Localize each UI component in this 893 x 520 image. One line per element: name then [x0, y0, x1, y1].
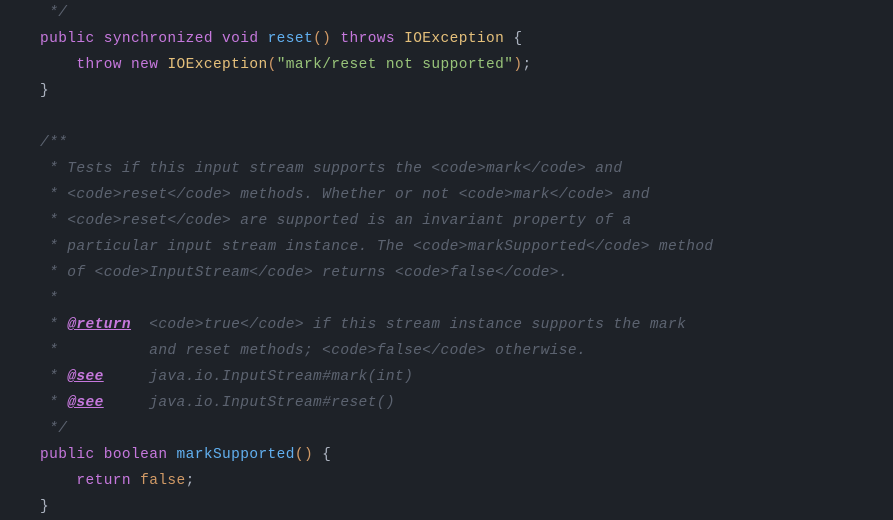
- brace: {: [504, 31, 522, 47]
- code-editor[interactable]: */ public synchronized void reset() thro…: [0, 0, 893, 520]
- javadoc-line: * <code>reset</code> are supported is an…: [40, 213, 632, 229]
- parens: (): [313, 31, 331, 47]
- javadoc-return: * @return <code>true</code> if this stre…: [40, 317, 686, 333]
- semicolon: ;: [186, 473, 195, 489]
- keyword-synchronized: synchronized: [104, 31, 213, 47]
- javadoc-line: *: [40, 291, 58, 307]
- javadoc-line: * Tests if this input stream supports th…: [40, 161, 623, 177]
- keyword-return: return: [76, 473, 131, 489]
- semicolon: ;: [522, 57, 531, 73]
- javadoc-tag-see: @see: [67, 395, 103, 411]
- keyword-public: public: [40, 31, 95, 47]
- keyword-throws: throws: [340, 31, 395, 47]
- javadoc-start: /**: [40, 135, 67, 151]
- javadoc-end: */: [40, 421, 67, 437]
- keyword-new: new: [131, 57, 158, 73]
- parens: (): [295, 447, 313, 463]
- brace-close: }: [40, 83, 49, 99]
- keyword-boolean: boolean: [104, 447, 168, 463]
- method-name: markSupported: [177, 447, 295, 463]
- keyword-public: public: [40, 447, 95, 463]
- type-ioexception: IOException: [404, 31, 504, 47]
- javadoc-line: * <code>reset</code> methods. Whether or…: [40, 187, 650, 203]
- literal-false: false: [140, 473, 186, 489]
- javadoc-line: * of <code>InputStream</code> returns <c…: [40, 265, 568, 281]
- brace-close: }: [40, 499, 49, 515]
- keyword-void: void: [222, 31, 258, 47]
- brace: {: [313, 447, 331, 463]
- type-ioexception: IOException: [167, 57, 267, 73]
- javadoc-see: * @see java.io.InputStream#reset(): [40, 395, 395, 411]
- comment-end: */: [40, 5, 67, 21]
- javadoc-see: * @see java.io.InputStream#mark(int): [40, 369, 413, 385]
- javadoc-tag-return: @return: [67, 317, 131, 333]
- paren-open: (: [268, 57, 277, 73]
- javadoc-tag-see: @see: [67, 369, 103, 385]
- keyword-throw: throw: [76, 57, 122, 73]
- javadoc-line: * particular input stream instance. The …: [40, 239, 714, 255]
- method-name: reset: [268, 31, 314, 47]
- string-literal: "mark/reset not supported": [277, 57, 514, 73]
- javadoc-line: * and reset methods; <code>false</code> …: [40, 343, 586, 359]
